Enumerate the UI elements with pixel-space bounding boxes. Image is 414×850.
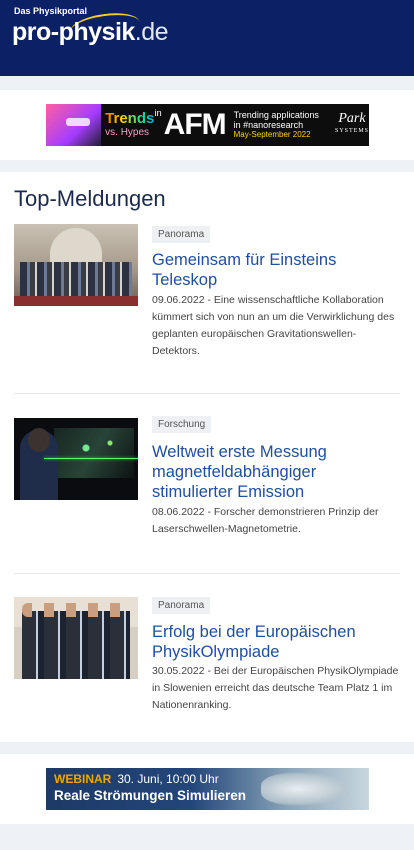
divider [14,393,400,394]
image-detail [20,262,132,298]
article-teaser: 08.06.2022 - Forscher demonstrieren Prin… [152,506,379,535]
site-logo[interactable]: pro-physik.de [12,18,169,47]
article-title[interactable]: Erfolg bei der Europäischen PhysikOlympi… [152,622,400,662]
category-tag[interactable]: Forschung [152,416,212,433]
ad-card-top: Trends vs. Hypes in AFM Trending applica… [0,90,414,160]
image-detail [14,296,138,306]
divider [14,573,400,574]
category-tag[interactable]: Panorama [152,597,211,614]
image-detail [28,428,50,452]
article-image[interactable] [14,597,138,679]
webinar-ad-banner[interactable]: WEBINAR 30. Juni, 10:00 Uhr Reale Strömun… [46,768,369,810]
webinar-label-line: WEBINAR 30. Juni, 10:00 Uhr [54,772,219,786]
ad-word-afm: AFM [163,108,227,141]
image-detail [50,228,102,266]
image-detail [54,428,134,478]
article-title[interactable]: Weltweit erste Messung magnetfeldabhängi… [152,442,400,502]
image-detail [22,603,130,617]
ad-trends-hypes: Trends vs. Hypes [101,111,156,139]
ad-card-bottom: WEBINAR 30. Juni, 10:00 Uhr Reale Strömun… [0,754,414,824]
site-tagline: Das Physikportal [14,6,88,16]
category-tag[interactable]: Panorama [152,226,211,243]
ad-illustration [46,104,102,146]
article-item[interactable]: Panorama Erfolg bei der Europäischen Phy… [14,597,400,727]
ad-word-hypes: vs. Hypes [105,127,150,138]
ad-dates: May-September 2022 [233,130,311,139]
article-image[interactable] [14,418,138,500]
logo-main: pro-physik [12,18,135,46]
image-detail [22,611,130,679]
logo-tld: .de [134,18,169,46]
article-image[interactable] [14,224,138,306]
sponsor-logo: Park SYSTEMS [334,111,369,137]
webinar-title: Reale Strömungen Simulieren [54,788,247,803]
article-teaser: 30.05.2022 - Bei der Europäischen Physik… [152,665,399,711]
sponsor-name: Park [338,111,366,126]
article-item[interactable]: Forschung Weltweit erste Messung magnetf… [14,416,400,548]
ad-word-trends: Trends [105,111,156,127]
ad-description: Trending applications in #nanoresearch M… [234,110,321,140]
article-item[interactable]: Panorama Gemeinsam für Einsteins Telesko… [14,224,400,374]
sponsor-sub: SYSTEMS [334,128,369,134]
webinar-date: 30. Juni, 10:00 Uhr [117,772,219,786]
section-title: Top-Meldungen [14,186,166,211]
ad-word-in: in [154,108,162,118]
image-detail [44,458,138,459]
afm-ad-banner[interactable]: Trends vs. Hypes in AFM Trending applica… [46,104,369,146]
webinar-label: WEBINAR [54,772,112,786]
ad-illustration [261,772,351,806]
ad-line-1: Trending applications [233,110,319,120]
article-title[interactable]: Gemeinsam für Einsteins Teleskop [152,250,400,290]
ad-line-2: in #nanoresearch [233,120,304,130]
site-header: Das Physikportal pro-physik.de [0,0,414,76]
article-teaser: 09.06.2022 - Eine wissenschaftliche Koll… [152,294,395,357]
